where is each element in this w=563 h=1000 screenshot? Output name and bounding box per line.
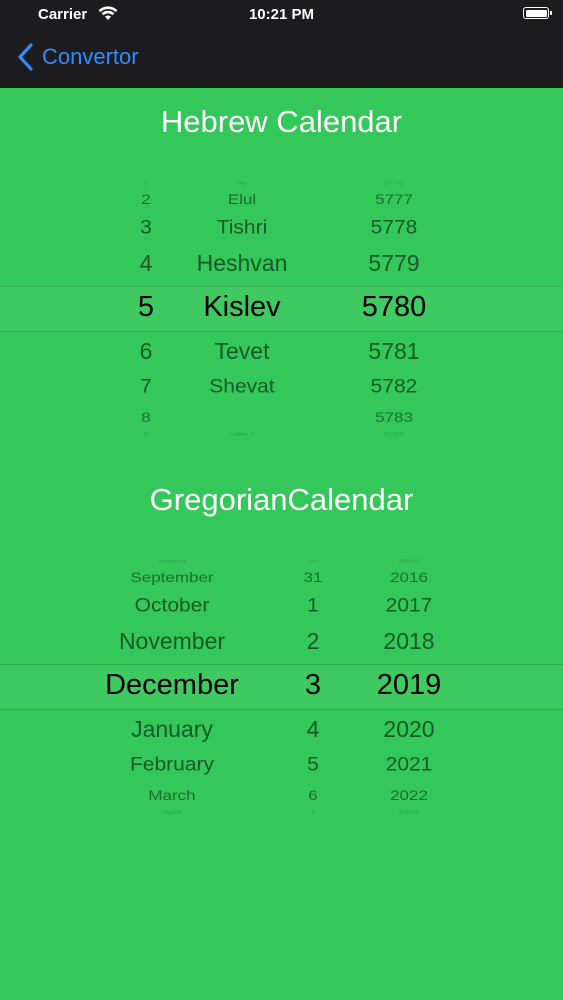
hebrew-year-option[interactable]: 5779 (368, 250, 419, 277)
hebrew-month-option[interactable]: Tevet (215, 338, 270, 365)
back-button[interactable]: Convertor (16, 40, 139, 74)
clock-label: 10:21 PM (248, 6, 315, 23)
gregorian-year-option[interactable]: 2015 (399, 558, 419, 564)
hebrew-day-option[interactable]: 5 (138, 291, 154, 324)
hebrew-year-option[interactable]: 5776 (384, 180, 404, 186)
hebrew-year-option[interactable]: 5780 (362, 291, 427, 324)
hebrew-month-option[interactable]: Tishri (217, 217, 268, 239)
gregorian-month-option[interactable]: February (130, 754, 214, 776)
hebrew-day-option[interactable]: 1 (143, 180, 148, 186)
gregorian-day-option[interactable]: 7 (310, 809, 315, 815)
hebrew-day-option[interactable]: 6 (140, 338, 153, 365)
gregorian-year-option[interactable]: 2023 (399, 809, 419, 815)
hebrew-year-option[interactable]: 5778 (371, 217, 418, 239)
gregorian-day-option[interactable]: 4 (307, 716, 320, 743)
gregorian-year-option[interactable]: 2022 (390, 788, 428, 804)
gregorian-year-option[interactable]: 2016 (390, 570, 428, 586)
gregorian-month-option[interactable]: January (131, 716, 213, 743)
gregorian-year-option[interactable]: 2020 (383, 716, 434, 743)
gregorian-day-option[interactable]: 3 (305, 669, 321, 702)
gregorian-year-option[interactable]: 2017 (386, 595, 433, 617)
hebrew-day-option[interactable]: 8 (141, 410, 150, 426)
hebrew-year-option[interactable]: 5784 (384, 431, 404, 437)
gregorian-month-option[interactable]: November (119, 628, 225, 655)
hebrew-month-option[interactable]: Shevat (209, 376, 274, 398)
gregorian-month-option[interactable]: March (148, 788, 195, 804)
gregorian-day-option[interactable]: 2 (307, 628, 320, 655)
gregorian-day-option[interactable]: 1 (307, 595, 319, 617)
selection-indicator (0, 664, 563, 710)
selection-indicator (0, 286, 563, 332)
gregorian-date-picker[interactable]: August September October November December Ja… (0, 554, 563, 818)
hebrew-day-option[interactable]: 3 (140, 217, 152, 239)
gregorian-month-option[interactable]: September (130, 570, 213, 586)
hebrew-month-option[interactable]: Kislev (203, 291, 280, 324)
gregorian-month-option[interactable]: December (105, 669, 239, 702)
gregorian-year-option[interactable]: 2018 (383, 628, 434, 655)
gregorian-day-option[interactable]: 30 (308, 558, 318, 564)
gregorian-year-option[interactable]: 2021 (386, 754, 433, 776)
gregorian-day-option[interactable]: 5 (307, 754, 319, 776)
gregorian-month-option[interactable]: April (163, 809, 181, 815)
gregorian-day-option[interactable]: 31 (304, 570, 323, 586)
hebrew-day-option[interactable]: 4 (140, 250, 153, 277)
back-label: Convertor (42, 44, 139, 69)
status-bar: Carrier 10:21 PM (0, 0, 563, 28)
gregorian-calendar-title: GregorianCalendar (149, 482, 414, 517)
hebrew-year-option[interactable]: 5781 (368, 338, 419, 365)
chevron-left-icon (18, 43, 33, 71)
hebrew-calendar-title: Hebrew Calendar (160, 104, 403, 139)
gregorian-month-option[interactable]: October (135, 595, 210, 617)
hebrew-year-option[interactable]: 5783 (375, 410, 413, 426)
gregorian-month-option[interactable]: August (158, 558, 186, 564)
battery-icon (523, 7, 552, 19)
hebrew-month-option[interactable]: Elul (228, 192, 256, 208)
hebrew-day-option[interactable]: 7 (140, 376, 152, 398)
navigation-bar: Carrier 10:21 PM Convertor (0, 0, 563, 88)
hebrew-month-option[interactable]: Heshvan (197, 250, 288, 277)
hebrew-month-option[interactable]: Av (237, 180, 247, 186)
hebrew-day-option[interactable]: 2 (141, 192, 150, 208)
hebrew-month-option[interactable]: Adar II (229, 431, 256, 437)
hebrew-day-option[interactable]: 9 (143, 431, 148, 437)
hebrew-year-option[interactable]: 5782 (371, 376, 418, 398)
gregorian-day-option[interactable]: 6 (308, 788, 317, 804)
hebrew-year-option[interactable]: 5777 (375, 192, 413, 208)
gregorian-year-option[interactable]: 2019 (377, 669, 442, 702)
hebrew-date-picker[interactable]: 1 2 3 4 5 6 7 8 9 Av Elul Tishri Heshvan Kislev Tevet S… (0, 176, 563, 440)
